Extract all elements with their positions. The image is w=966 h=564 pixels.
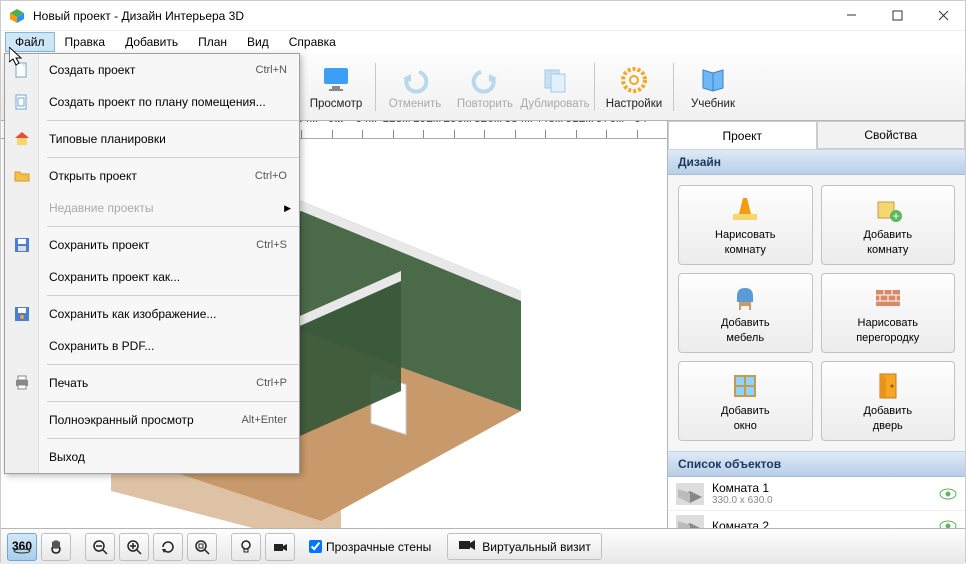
zoom-out-button[interactable] bbox=[85, 533, 115, 561]
lighting-button[interactable] bbox=[231, 533, 261, 561]
menu-add[interactable]: Добавить bbox=[115, 32, 188, 52]
zoom-in-button[interactable] bbox=[119, 533, 149, 561]
camera-icon bbox=[458, 538, 476, 555]
menu-help[interactable]: Справка bbox=[279, 32, 346, 52]
tab-project[interactable]: Проект bbox=[668, 121, 817, 149]
menu-exit[interactable]: Выход bbox=[39, 441, 299, 473]
fit-view-button[interactable] bbox=[187, 533, 217, 561]
floppy-image-icon bbox=[5, 298, 39, 330]
monitor-icon bbox=[320, 64, 352, 96]
add-door-button[interactable]: Добавить дверь bbox=[821, 361, 956, 441]
menubar: Файл Правка Добавить План Вид Справка bbox=[1, 31, 965, 53]
menu-new-project[interactable]: Создать проект Ctrl+N bbox=[39, 54, 299, 86]
menu-save-project-as[interactable]: Сохранить проект как... bbox=[39, 261, 299, 293]
object-list: Комната 1 330.0 x 630.0 Комната 2 bbox=[668, 477, 965, 528]
room-thumb-icon bbox=[676, 515, 704, 528]
draw-partition-button[interactable]: Нарисовать перегородку bbox=[821, 273, 956, 353]
menu-recent-projects[interactable]: Недавние проекты ▶ bbox=[39, 192, 299, 224]
book-icon bbox=[697, 64, 729, 96]
floppy-icon bbox=[5, 229, 39, 261]
pan-hand-button[interactable] bbox=[41, 533, 71, 561]
list-item[interactable]: Комната 1 330.0 x 630.0 bbox=[668, 477, 965, 511]
menu-file[interactable]: Файл bbox=[5, 32, 55, 52]
titlebar: Новый проект - Дизайн Интерьера 3D bbox=[1, 1, 965, 31]
gear-icon bbox=[618, 64, 650, 96]
menu-edit[interactable]: Правка bbox=[55, 32, 116, 52]
redo-button[interactable]: Повторить bbox=[450, 56, 520, 118]
preview-button[interactable]: Просмотр bbox=[301, 56, 371, 118]
plan-file-icon bbox=[5, 86, 39, 118]
view-360-button[interactable]: 360 bbox=[7, 533, 37, 561]
menu-plan[interactable]: План bbox=[188, 32, 237, 52]
tutorial-button[interactable]: Учебник bbox=[678, 56, 748, 118]
room-plus-icon: + bbox=[872, 194, 904, 226]
pencil-ruler-icon bbox=[729, 194, 761, 226]
minimize-button[interactable] bbox=[837, 6, 865, 26]
draw-room-button[interactable]: Нарисовать комнату bbox=[678, 185, 813, 265]
duplicate-icon bbox=[539, 64, 571, 96]
svg-text:360: 360 bbox=[12, 539, 32, 553]
duplicate-button[interactable]: Дублировать bbox=[520, 56, 590, 118]
file-menu-dropdown: Создать проект Ctrl+N Создать проект по … bbox=[4, 53, 300, 474]
settings-button[interactable]: Настройки bbox=[599, 56, 669, 118]
list-item[interactable]: Комната 2 bbox=[668, 511, 965, 528]
object-list-header: Список объектов bbox=[668, 451, 965, 477]
printer-icon bbox=[5, 367, 39, 399]
window-icon bbox=[729, 370, 761, 402]
redo-icon bbox=[469, 64, 501, 96]
menu-typical-layouts[interactable]: Типовые планировки bbox=[39, 123, 299, 155]
undo-icon bbox=[399, 64, 431, 96]
menu-print[interactable]: Печать Ctrl+P bbox=[39, 367, 299, 399]
menu-view[interactable]: Вид bbox=[237, 32, 279, 52]
house-icon bbox=[5, 123, 39, 155]
statusbar: 360 Прозрачные стены Виртуальный визит bbox=[1, 528, 965, 564]
menu-save-as-image[interactable]: Сохранить как изображение... bbox=[39, 298, 299, 330]
menu-new-by-plan[interactable]: Создать проект по плану помещения... bbox=[39, 86, 299, 118]
menu-save-pdf[interactable]: Сохранить в PDF... bbox=[39, 330, 299, 362]
virtual-visit-button[interactable]: Виртуальный визит bbox=[447, 533, 602, 560]
add-furniture-button[interactable]: Добавить мебель bbox=[678, 273, 813, 353]
maximize-button[interactable] bbox=[883, 6, 911, 26]
design-header: Дизайн bbox=[668, 149, 965, 175]
room-thumb-icon bbox=[676, 483, 704, 505]
new-file-icon bbox=[5, 54, 39, 86]
submenu-arrow-icon: ▶ bbox=[284, 203, 291, 214]
app-icon bbox=[9, 8, 25, 24]
tab-properties[interactable]: Свойства bbox=[817, 121, 966, 149]
add-room-button[interactable]: + Добавить комнату bbox=[821, 185, 956, 265]
folder-open-icon bbox=[5, 160, 39, 192]
transparent-walls-checkbox[interactable]: Прозрачные стены bbox=[309, 540, 431, 554]
visibility-eye-icon[interactable] bbox=[939, 520, 957, 528]
side-panel: Проект Свойства Дизайн Нарисовать комнат… bbox=[667, 121, 965, 528]
visibility-eye-icon[interactable] bbox=[939, 488, 957, 500]
close-button[interactable] bbox=[929, 6, 957, 26]
add-window-button[interactable]: Добавить окно bbox=[678, 361, 813, 441]
menu-open-project[interactable]: Открыть проект Ctrl+O bbox=[39, 160, 299, 192]
door-icon bbox=[872, 370, 904, 402]
camera-settings-button[interactable] bbox=[265, 533, 295, 561]
window-title: Новый проект - Дизайн Интерьера 3D bbox=[33, 9, 837, 23]
chair-icon bbox=[729, 282, 761, 314]
undo-button[interactable]: Отменить bbox=[380, 56, 450, 118]
svg-text:+: + bbox=[892, 209, 899, 223]
reset-view-button[interactable] bbox=[153, 533, 183, 561]
brick-wall-icon bbox=[872, 282, 904, 314]
menu-fullscreen[interactable]: Полноэкранный просмотр Alt+Enter bbox=[39, 404, 299, 436]
menu-save-project[interactable]: Сохранить проект Ctrl+S bbox=[39, 229, 299, 261]
